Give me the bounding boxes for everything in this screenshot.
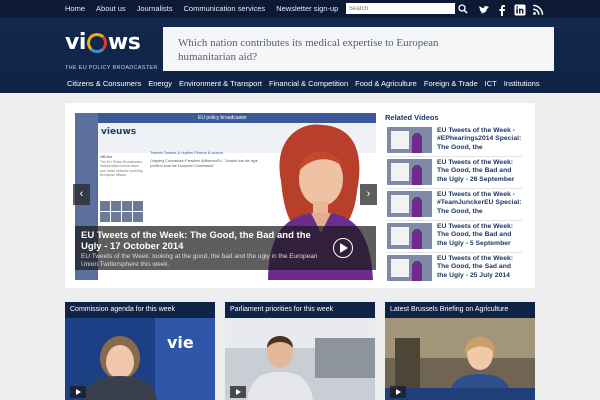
card-thumbnail[interactable]: vie [65,318,215,400]
category-institutions[interactable]: Institutions [504,79,540,88]
frame-tweet: Outgoing Commission President @BarrosoEU… [150,159,258,168]
divider [387,220,522,221]
search-input[interactable] [346,3,455,14]
related-thumbnail[interactable] [387,127,432,153]
divider [387,188,522,189]
card-title[interactable]: Commission agenda for this week [65,302,215,318]
ad-banner[interactable]: Which nation contributes its medical exp… [163,27,554,71]
card-title[interactable]: Latest Brussels Briefing on Agriculture [385,302,535,318]
topnav-communication-services[interactable]: Communication services [183,3,265,14]
topnav-journalists[interactable]: Journalists [137,3,173,14]
card-title[interactable]: Parliament priorities for this week [225,302,375,318]
video-card-parliament-priorities[interactable]: Parliament priorities for this week [225,302,375,400]
related-title[interactable]: EU Tweets of the Week - #EPhearings2014 … [437,127,522,152]
featured-description: EU Tweets of the Week: looking at the go… [81,253,318,268]
carousel-next-button[interactable]: › [360,184,377,205]
category-ict[interactable]: ICT [485,79,497,88]
frame-thumbs [100,201,143,222]
related-title[interactable]: EU Tweets of the Week: The Good, the Sad… [437,255,522,280]
featured-caption[interactable]: EU Tweets of the Week: The Good, the Bad… [75,226,376,270]
related-thumbnail[interactable] [387,223,432,249]
linkedin-icon[interactable] [514,3,526,16]
related-item[interactable]: EU Tweets of the Week - #TeamJunckerEU S… [387,191,522,221]
topnav-about-us[interactable]: About us [96,3,126,14]
related-title[interactable]: EU Tweets of the Week: The Good, the Bad… [437,159,522,184]
related-title[interactable]: EU Tweets of the Week - #TeamJunckerEU S… [437,191,522,216]
video-card-brussels-briefing[interactable]: Latest Brussels Briefing on Agriculture [385,302,535,400]
category-energy[interactable]: Energy [148,79,172,88]
frame-logo: vieuws [101,127,137,137]
card-image: vie [65,318,215,400]
frame-handle: viEUws [100,155,113,159]
play-icon[interactable] [333,238,353,258]
banner-text: Which nation contributes its medical exp… [178,37,439,63]
category-citizens-consumers[interactable]: Citizens & Consumers [67,79,141,88]
related-videos-heading: Related Videos [385,113,439,122]
card-thumbnail[interactable] [385,318,535,400]
frame-tabs: Tweets Tweets & replies Photos & videos [150,150,224,155]
carousel-prev-button[interactable]: ‹ [73,184,90,205]
social-links [478,3,544,16]
rss-icon[interactable] [532,3,544,15]
related-item[interactable]: EU Tweets of the Week - #EPhearings2014 … [387,127,522,157]
related-thumbnail[interactable] [387,159,432,185]
card-play-icon[interactable] [70,386,86,398]
card-image [385,318,535,400]
category-food-agriculture[interactable]: Food & Agriculture [355,79,417,88]
category-environment-transport[interactable]: Environment & Transport [179,79,262,88]
site-header: vi ws THE EU POLICY BROADCASTER Which nat… [0,18,600,93]
frame-title: EU policy broadcaster [198,115,247,121]
card-thumbnail[interactable] [225,318,375,400]
site-logo[interactable]: vi ws [65,30,150,62]
topnav-home[interactable]: Home [65,3,85,14]
topnav-newsletter-signup[interactable]: Newsletter sign-up [276,3,338,14]
featured-title[interactable]: EU Tweets of the Week: The Good, the Bad… [81,230,321,252]
related-item[interactable]: EU Tweets of the Week: The Good, the Sad… [387,255,522,285]
related-thumbnail[interactable] [387,255,432,281]
related-item[interactable]: EU Tweets of the Week: The Good, the Bad… [387,159,522,189]
category-financial-competition[interactable]: Financial & Competition [269,79,348,88]
card-image [225,318,375,400]
related-thumbnail[interactable] [387,191,432,217]
divider [387,252,522,253]
site-tagline: THE EU POLICY BROADCASTER [65,65,158,71]
svg-text:vie: vie [167,333,194,352]
category-foreign-trade[interactable]: Foreign & Trade [424,79,478,88]
divider [387,156,522,157]
related-item[interactable]: EU Tweets of the Week: The Good, the Bad… [387,223,522,253]
related-title[interactable]: EU Tweets of the Week: The Good, the Bad… [437,223,522,248]
top-bar: Home About us Journalists Communication … [0,0,600,18]
facebook-icon[interactable] [496,3,508,16]
card-play-icon[interactable] [230,386,246,398]
card-play-icon[interactable] [390,386,406,398]
frame-profile-text: The EU Policy Broadcaster. Independent o… [100,159,143,178]
search-icon[interactable] [457,3,469,15]
top-nav: Home About us Journalists Communication … [65,3,338,14]
twitter-icon[interactable] [478,3,490,15]
video-card-commission-agenda[interactable]: Commission agenda for this week vie [65,302,215,400]
category-nav: Citizens & Consumers Energy Environment … [67,79,540,88]
